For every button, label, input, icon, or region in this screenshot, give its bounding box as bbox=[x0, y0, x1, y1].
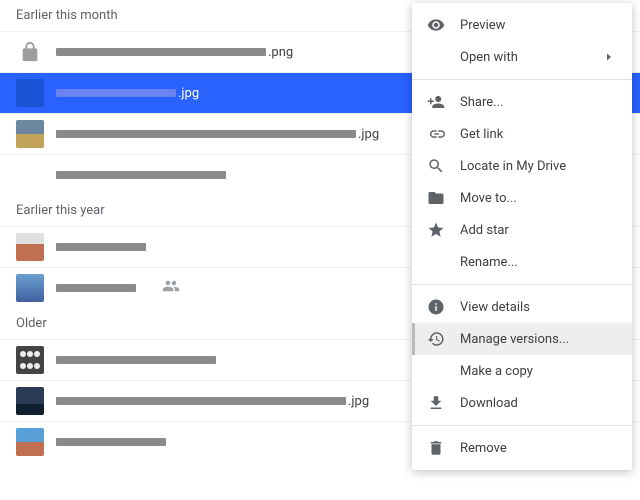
thumbnail-icon bbox=[16, 233, 44, 261]
menu-label: Make a copy bbox=[460, 364, 616, 379]
menu-label: Get link bbox=[460, 127, 616, 142]
person-add-icon bbox=[426, 92, 446, 112]
menu-label: Manage versions... bbox=[460, 332, 616, 347]
menu-get-link[interactable]: Get link bbox=[412, 118, 632, 150]
file-name bbox=[56, 171, 228, 179]
file-name bbox=[56, 356, 218, 364]
menu-label: Locate in My Drive bbox=[460, 159, 616, 174]
thumbnail-icon bbox=[16, 274, 44, 302]
menu-label: Add star bbox=[460, 223, 616, 238]
context-menu: Preview Open with Share... Get link Loca… bbox=[412, 3, 632, 470]
thumbnail-icon bbox=[16, 79, 44, 107]
menu-label: Download bbox=[460, 396, 616, 411]
menu-rename[interactable]: Rename... bbox=[412, 246, 632, 278]
menu-manage-versions[interactable]: Manage versions... bbox=[412, 323, 632, 355]
blank-icon bbox=[426, 252, 446, 272]
file-name: .jpg bbox=[56, 394, 369, 409]
blank-icon bbox=[426, 361, 446, 381]
file-name bbox=[56, 243, 148, 251]
menu-make-copy[interactable]: Make a copy bbox=[412, 355, 632, 387]
menu-label: Share... bbox=[460, 95, 616, 110]
file-name bbox=[56, 284, 138, 292]
menu-label: Move to... bbox=[460, 191, 616, 206]
download-icon bbox=[426, 393, 446, 413]
menu-move-to[interactable]: Move to... bbox=[412, 182, 632, 214]
thumbnail-icon bbox=[16, 346, 44, 374]
shared-icon bbox=[162, 277, 180, 299]
menu-share[interactable]: Share... bbox=[412, 86, 632, 118]
info-icon bbox=[426, 297, 446, 317]
menu-separator bbox=[412, 79, 632, 80]
menu-label: Preview bbox=[460, 18, 616, 33]
file-name: .jpg bbox=[56, 86, 199, 101]
file-name: .jpg bbox=[56, 127, 379, 142]
menu-download[interactable]: Download bbox=[412, 387, 632, 419]
search-icon bbox=[426, 156, 446, 176]
thumbnail-icon bbox=[16, 120, 44, 148]
folder-icon bbox=[426, 188, 446, 208]
menu-view-details[interactable]: View details bbox=[412, 291, 632, 323]
file-name bbox=[56, 438, 168, 446]
trash-icon bbox=[426, 438, 446, 458]
thumbnail-icon bbox=[16, 161, 44, 189]
menu-label: Rename... bbox=[460, 255, 616, 270]
menu-open-with[interactable]: Open with bbox=[412, 41, 632, 73]
menu-add-star[interactable]: Add star bbox=[412, 214, 632, 246]
menu-preview[interactable]: Preview bbox=[412, 9, 632, 41]
menu-label: Remove bbox=[460, 441, 616, 456]
thumbnail-icon bbox=[16, 387, 44, 415]
menu-locate[interactable]: Locate in My Drive bbox=[412, 150, 632, 182]
menu-remove[interactable]: Remove bbox=[412, 432, 632, 464]
chevron-right-icon bbox=[602, 51, 616, 63]
link-icon bbox=[426, 124, 446, 144]
lock-icon bbox=[16, 38, 44, 66]
eye-icon bbox=[426, 15, 446, 35]
menu-label: Open with bbox=[460, 50, 588, 65]
blank-icon bbox=[426, 47, 446, 67]
thumbnail-icon bbox=[16, 428, 44, 456]
history-icon bbox=[426, 329, 446, 349]
menu-label: View details bbox=[460, 300, 616, 315]
file-name: .png bbox=[56, 45, 293, 60]
menu-separator bbox=[412, 425, 632, 426]
star-icon bbox=[426, 220, 446, 240]
menu-separator bbox=[412, 284, 632, 285]
